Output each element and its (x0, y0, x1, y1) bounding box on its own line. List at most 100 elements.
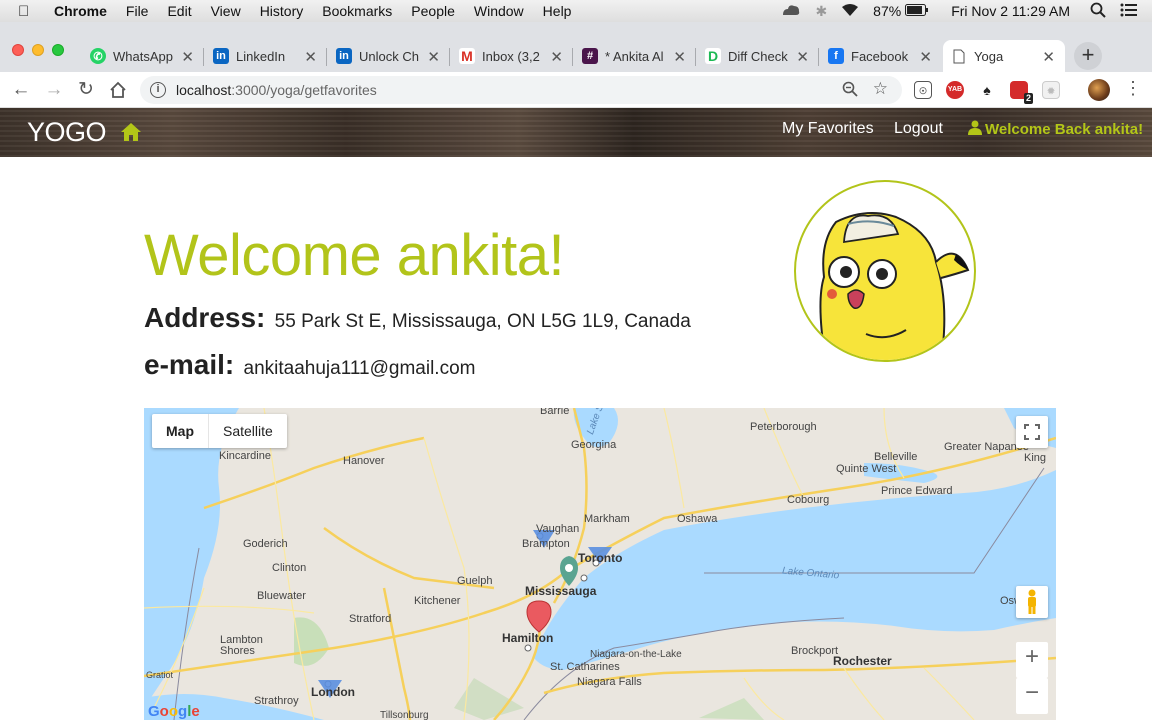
reload-button[interactable]: ↻ (74, 78, 98, 102)
extension-pocket-icon[interactable]: ☉ (914, 81, 932, 99)
tab-whatsapp[interactable]: ✆ WhatsApp ✕ (82, 40, 204, 72)
email-label: e-mail: (144, 349, 235, 380)
zoom-in-button[interactable]: + (1016, 642, 1048, 678)
battery-percent: 87% (873, 3, 902, 19)
linkedin-icon: in (213, 48, 229, 64)
browser-tabbar: ✆ WhatsApp ✕ in LinkedIn ✕ in Unlock Ch … (0, 22, 1152, 72)
map-label: Quinte West (836, 463, 897, 475)
apple-icon[interactable]:  (18, 3, 36, 20)
tab-title: Inbox (3,2 (482, 48, 540, 64)
menu-edit[interactable]: Edit (167, 3, 191, 19)
map-label: Hamilton (502, 631, 554, 645)
bluetooth-icon[interactable]: ✱ (815, 3, 827, 20)
map-label: Goderich (243, 538, 288, 550)
close-tab-icon[interactable]: ✕ (550, 48, 563, 66)
profile-avatar-image (794, 180, 976, 362)
nav-logout-link[interactable]: Logout (894, 120, 943, 138)
fullscreen-icon[interactable] (1016, 416, 1048, 448)
gmail-icon: M (459, 48, 475, 64)
zoom-icon[interactable] (842, 81, 858, 101)
battery-icon[interactable] (905, 3, 929, 19)
menu-bookmarks[interactable]: Bookmarks (322, 3, 392, 19)
creative-cloud-icon[interactable] (781, 3, 801, 20)
fullscreen-window-button[interactable] (52, 44, 64, 56)
close-tab-icon[interactable]: ✕ (673, 48, 686, 66)
menu-window[interactable]: Window (474, 3, 524, 19)
page-icon (951, 48, 967, 64)
menubar-clock[interactable]: Fri Nov 2 11:29 AM (951, 3, 1070, 19)
tab-gmail-inbox[interactable]: M Inbox (3,2 ✕ (451, 40, 573, 72)
tab-linkedin[interactable]: in LinkedIn ✕ (205, 40, 327, 72)
tab-slack[interactable]: # * Ankita Al ✕ (574, 40, 696, 72)
whatsapp-icon: ✆ (90, 48, 106, 64)
map-label: Brampton (522, 538, 570, 550)
browser-toolbar: ← → ↻ i localhost:3000/yoga/getfavorites… (0, 72, 1152, 108)
close-tab-icon[interactable]: ✕ (1042, 48, 1055, 66)
pegman-icon[interactable] (1016, 586, 1048, 618)
macos-menubar:  Chrome File Edit View History Bookmark… (0, 0, 1152, 22)
menu-view[interactable]: View (211, 3, 241, 19)
minimize-window-button[interactable] (32, 44, 44, 56)
google-logo[interactable]: Google (148, 703, 200, 720)
tab-title: Diff Check (728, 48, 788, 64)
map-label: Peterborough (750, 421, 817, 433)
tab-facebook[interactable]: f Facebook ✕ (820, 40, 942, 72)
address-bar[interactable]: i localhost:3000/yoga/getfavorites ☆ (140, 76, 902, 104)
map-type-map-button[interactable]: Map (152, 414, 209, 448)
tab-yoga-active[interactable]: Yoga ✕ (943, 40, 1065, 72)
wifi-icon[interactable] (841, 3, 859, 20)
map-label: Niagara-on-the-Lake (590, 649, 682, 660)
map-label: Belleville (874, 451, 918, 463)
map-label: Markham (584, 513, 630, 525)
map-label: St. Catharines (550, 661, 620, 673)
bookmark-star-icon[interactable]: ☆ (873, 79, 888, 99)
close-tab-icon[interactable]: ✕ (919, 48, 932, 66)
extension-react-icon[interactable]: ✹ (1042, 81, 1060, 99)
menu-app-chrome[interactable]: Chrome (54, 3, 107, 19)
address-value: 55 Park St E, Mississauga, ON L5G 1L9, C… (274, 311, 691, 332)
zoom-out-button[interactable]: − (1016, 678, 1048, 714)
forward-button[interactable]: → (42, 78, 66, 102)
profile-avatar[interactable] (1088, 79, 1110, 101)
close-tab-icon[interactable]: ✕ (304, 48, 317, 66)
tab-title: Facebook (851, 48, 909, 64)
menu-file[interactable]: File (126, 3, 149, 19)
site-brand-logo[interactable]: YOGO (27, 117, 107, 148)
close-tab-icon[interactable]: ✕ (427, 48, 440, 66)
linkedin-icon: in (336, 48, 352, 64)
nav-my-favorites-link[interactable]: My Favorites (782, 120, 874, 138)
chrome-menu-icon[interactable]: ⋮ (1124, 78, 1142, 99)
tab-diffchecker[interactable]: D Diff Check ✕ (697, 40, 819, 72)
site-info-icon[interactable]: i (150, 82, 166, 98)
tab-title: WhatsApp (113, 48, 173, 64)
map-label: Vaughan (536, 523, 580, 535)
back-button[interactable]: ← (9, 78, 33, 102)
slack-icon: # (582, 48, 598, 64)
map-type-satellite-button[interactable]: Satellite (209, 414, 287, 448)
extension-incognito-icon[interactable]: ♠ (978, 81, 996, 99)
welcome-back-text: Welcome Back ankita! (985, 121, 1144, 138)
menu-history[interactable]: History (260, 3, 304, 19)
menu-help[interactable]: Help (543, 3, 572, 19)
url-host: localhost (176, 82, 232, 98)
map-label: Guelph (457, 575, 493, 587)
notification-center-icon[interactable] (1120, 3, 1138, 20)
map-label: London (311, 685, 355, 699)
home-icon[interactable] (120, 122, 142, 147)
extension-todoist-icon[interactable]: 2 (1010, 81, 1033, 104)
google-map[interactable]: Map Satellite + − Barrie Lake S Peterbor… (144, 408, 1056, 720)
new-tab-button[interactable]: + (1074, 42, 1102, 70)
menu-people[interactable]: People (411, 3, 455, 19)
nav-welcome-back[interactable]: Welcome Back ankita! (968, 120, 1143, 139)
spotlight-search-icon[interactable] (1090, 2, 1106, 21)
close-window-button[interactable] (12, 44, 24, 56)
close-tab-icon[interactable]: ✕ (796, 48, 809, 66)
close-tab-icon[interactable]: ✕ (181, 48, 194, 66)
home-button[interactable] (106, 78, 130, 102)
map-label: Bluewater (257, 590, 306, 602)
url-path: :3000/yoga/getfavorites (231, 82, 377, 98)
extension-yab-icon[interactable]: YAB (946, 81, 964, 99)
map-label: Clinton (272, 562, 307, 574)
map-label: Oshawa (677, 513, 718, 525)
tab-unlock-linkedin[interactable]: in Unlock Ch ✕ (328, 40, 450, 72)
